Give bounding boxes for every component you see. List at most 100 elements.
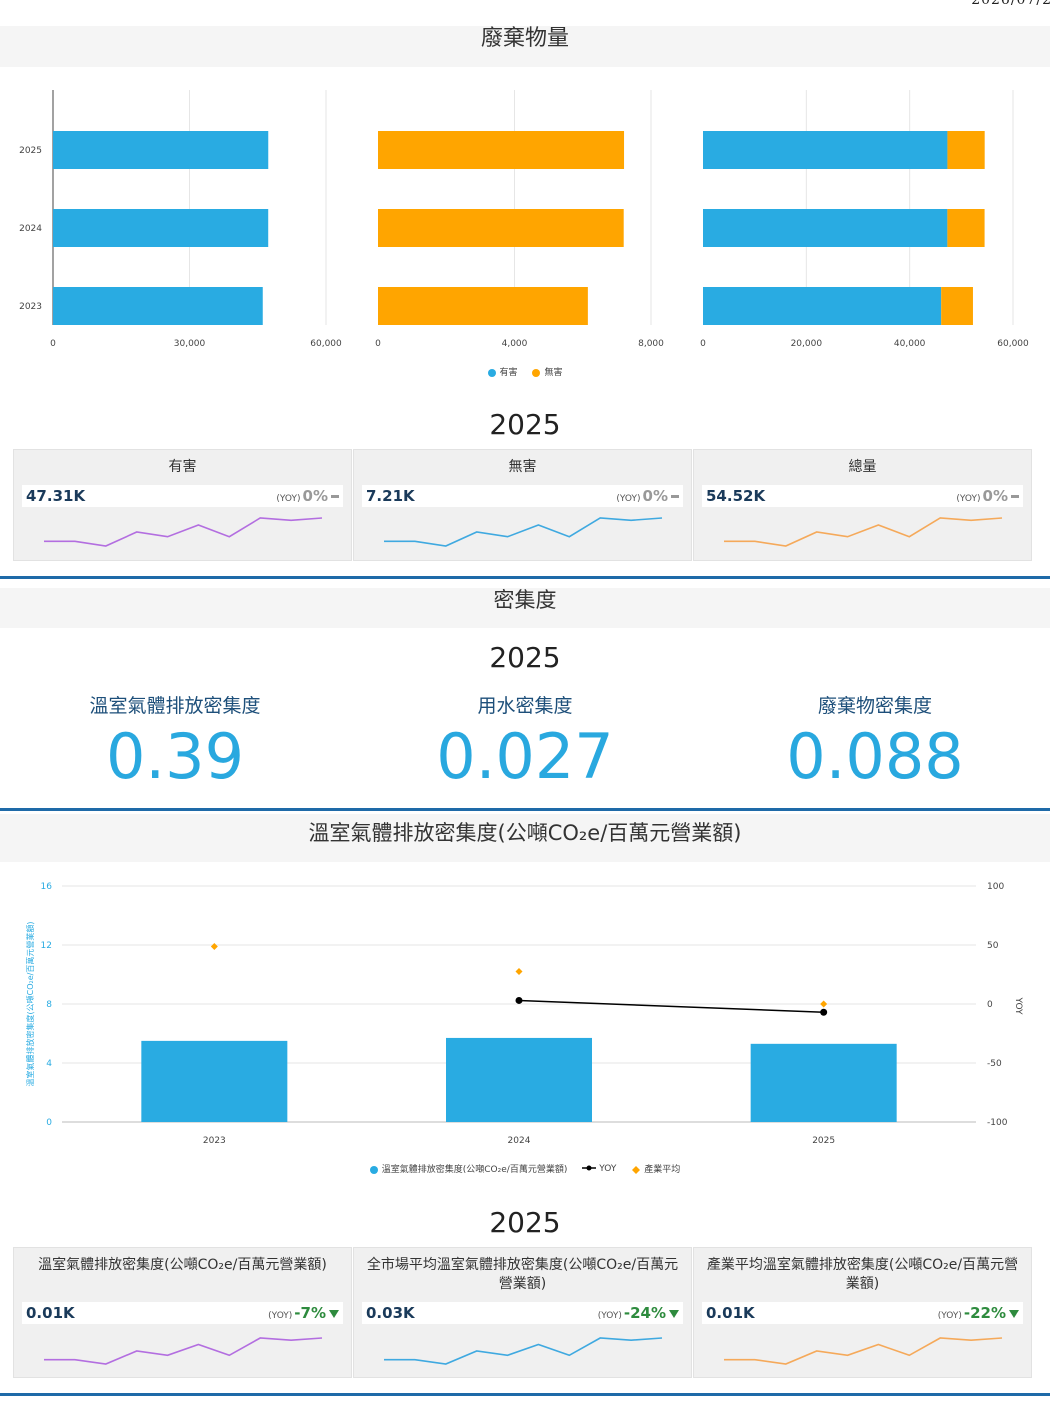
bar[interactable]: [378, 131, 625, 169]
x-tick-label: 60,000: [310, 339, 342, 349]
waste-bar-charts: 0 30,000 60,000 2025 2024 2023 0 4,000 8,000 0 20,…: [19, 90, 1029, 349]
waste-chart-panel-2: 0 4,000 8,000: [375, 90, 664, 349]
sparkline-path: [384, 1337, 663, 1365]
bar[interactable]: [947, 209, 985, 247]
legend-item-industry-avg[interactable]: 產業平均: [631, 1162, 680, 1175]
kpi-card-value-row: 0.03K (YOY) -24%: [362, 1302, 683, 1324]
waste-chart-panel-3: 0 20,000 40,000 60,000: [700, 90, 1029, 349]
kpi-card-yoy: (YOY) -24%: [598, 1304, 679, 1322]
kpi-card-yoy: (YOY) 0%: [956, 487, 1019, 505]
legend-item-hazardous[interactable]: 有害: [487, 365, 518, 378]
legend-label-industry-avg: 產業平均: [644, 1165, 681, 1175]
kpi-card-value-row: 47.31K (YOY) 0%: [22, 485, 343, 507]
y-axis-title: 溫室氣體排放密集度(公噸CO₂e/百萬元營業額): [25, 922, 35, 1087]
kpi-card-title: 總量: [848, 459, 877, 475]
bar[interactable]: [947, 131, 985, 169]
kpi-card-value-row: 54.52K (YOY) 0%: [702, 485, 1023, 507]
legend-label-hazardous: 有害: [499, 368, 518, 378]
legend-item-yoy[interactable]: YOY: [582, 1164, 616, 1174]
date-stamp: 2026/07/2: [971, 0, 1052, 8]
kpi-card-title: 產業平均溫室氣體排放密集度(公噸CO₂e/百萬元營業額): [706, 1257, 1019, 1292]
waste-kpi-card[interactable]: 有害 47.31K (YOY) 0%: [13, 449, 352, 561]
x-tick-label: 8,000: [638, 339, 664, 349]
legend-label-yoy: YOY: [599, 1163, 617, 1174]
yoy-point[interactable]: [515, 996, 523, 1004]
waste-kpi-card[interactable]: 無害 7.21K (YOY) 0%: [353, 449, 692, 561]
metric-value-waste: 0.088: [786, 720, 964, 793]
ghg-kpi-card[interactable]: 全市場平均溫室氣體排放密集度(公噸CO₂e/百萬元營業額) 0.03K (YOY) -…: [353, 1247, 692, 1378]
yoy-point[interactable]: [820, 1008, 828, 1016]
kpi-sparkline: [724, 517, 1003, 547]
industry-avg-point[interactable]: [210, 942, 218, 950]
bar[interactable]: [378, 287, 588, 325]
x-tick-label: 20,000: [791, 339, 823, 349]
bar[interactable]: [141, 1040, 288, 1122]
legend-item-ghg-intensity[interactable]: 溫室氣體排放密集度(公噸CO₂e/百萬元營業額): [369, 1162, 568, 1175]
yoy-value: 0%: [642, 487, 668, 505]
kpi-card-title: 全市場平均溫室氣體排放密集度(公噸CO₂e/百萬元營業額): [366, 1257, 679, 1292]
bar[interactable]: [53, 287, 263, 325]
industry-avg-point[interactable]: [515, 968, 523, 976]
ghg-section-header: 溫室氣體排放密集度(公噸CO₂e/百萬元營業額): [0, 814, 1050, 862]
yoy-tag: (YOY): [616, 494, 641, 504]
metric-value-ghg: 0.39: [105, 720, 245, 793]
waste-kpi-card[interactable]: 總量 54.52K (YOY) 0%: [693, 449, 1032, 561]
kpi-card-yoy: (YOY) -7%: [268, 1304, 339, 1322]
kpi-card-value: 7.21K: [366, 487, 415, 505]
kpi-card-value-row: 0.01K (YOY) -7%: [22, 1302, 343, 1324]
yoy-tag: (YOY): [956, 494, 981, 504]
yoy-tag: (YOY): [937, 1311, 962, 1321]
kpi-sparkline: [384, 1337, 663, 1365]
bar[interactable]: [53, 131, 269, 169]
trend-flat-icon: [331, 495, 339, 498]
metric-label-water: 用水密集度: [477, 695, 573, 717]
kpi-card-value-row: 7.21K (YOY) 0%: [362, 485, 683, 507]
bar[interactable]: [941, 287, 973, 325]
y-tick-label: 4: [46, 1059, 52, 1069]
bar[interactable]: [378, 209, 624, 247]
legend-swatch-yoy: [582, 1165, 597, 1171]
industry-avg-point[interactable]: [820, 1000, 828, 1008]
x-tick-label: 2025: [812, 1136, 835, 1146]
yoy-value: 0%: [302, 487, 328, 505]
section-divider: [0, 576, 1050, 579]
metric-label-ghg: 溫室氣體排放密集度: [89, 695, 261, 717]
kpi-card-yoy: (YOY) 0%: [276, 487, 339, 505]
sparkline-path: [44, 1337, 323, 1365]
bar[interactable]: [446, 1037, 592, 1122]
legend-label-ghg-intensity: 溫室氣體排放密集度(公噸CO₂e/百萬元營業額): [381, 1165, 568, 1175]
ghg-section-title: 溫室氣體排放密集度(公噸CO₂e/百萬元營業額): [308, 821, 742, 845]
x-tick-label: 2023: [203, 1136, 226, 1146]
yoy-tag: (YOY): [597, 1311, 622, 1321]
x-tick-label: 40,000: [894, 339, 926, 349]
kpi-card-value: 0.01K: [26, 1304, 75, 1322]
x-tick-label: 0: [50, 339, 56, 349]
bar[interactable]: [53, 209, 269, 247]
legend-swatch-nonhazardous: [532, 368, 541, 377]
y-tick-label: 2023: [19, 302, 42, 312]
kpi-sparkline: [724, 1337, 1003, 1365]
kpi-card-value: 0.01K: [706, 1304, 755, 1322]
trend-down-icon: [329, 1309, 339, 1318]
kpi-card-title: 無害: [508, 459, 537, 475]
legend-swatch-ghg-intensity: [369, 1165, 378, 1174]
y2-tick-label: -50: [987, 1059, 1002, 1069]
bar[interactable]: [750, 1043, 897, 1122]
ghg-kpi-card[interactable]: 產業平均溫室氣體排放密集度(公噸CO₂e/百萬元營業額) 0.01K (YOY) -2…: [693, 1247, 1032, 1378]
y-tick-label: 2024: [19, 224, 42, 234]
ghg-kpi-card[interactable]: 溫室氣體排放密集度(公噸CO₂e/百萬元營業額) 0.01K (YOY) -7%: [13, 1247, 352, 1378]
bar[interactable]: [703, 131, 948, 169]
sparkline-path: [44, 517, 323, 547]
waste-section-title: 廢棄物量: [480, 26, 569, 51]
y2-tick-label: -100: [987, 1118, 1008, 1128]
kpi-card-yoy: (YOY) 0%: [616, 487, 679, 505]
waste-kpi-year: 2025: [489, 408, 561, 441]
legend-label-nonhazardous: 無害: [544, 368, 563, 378]
yoy-tag: (YOY): [268, 1311, 293, 1321]
y-tick-label: 2025: [19, 146, 42, 156]
bar[interactable]: [703, 287, 942, 325]
trend-flat-icon: [671, 495, 679, 498]
legend-item-nonhazardous[interactable]: 無害: [532, 365, 562, 378]
sparkline-path: [724, 1337, 1003, 1365]
bar[interactable]: [703, 209, 948, 247]
